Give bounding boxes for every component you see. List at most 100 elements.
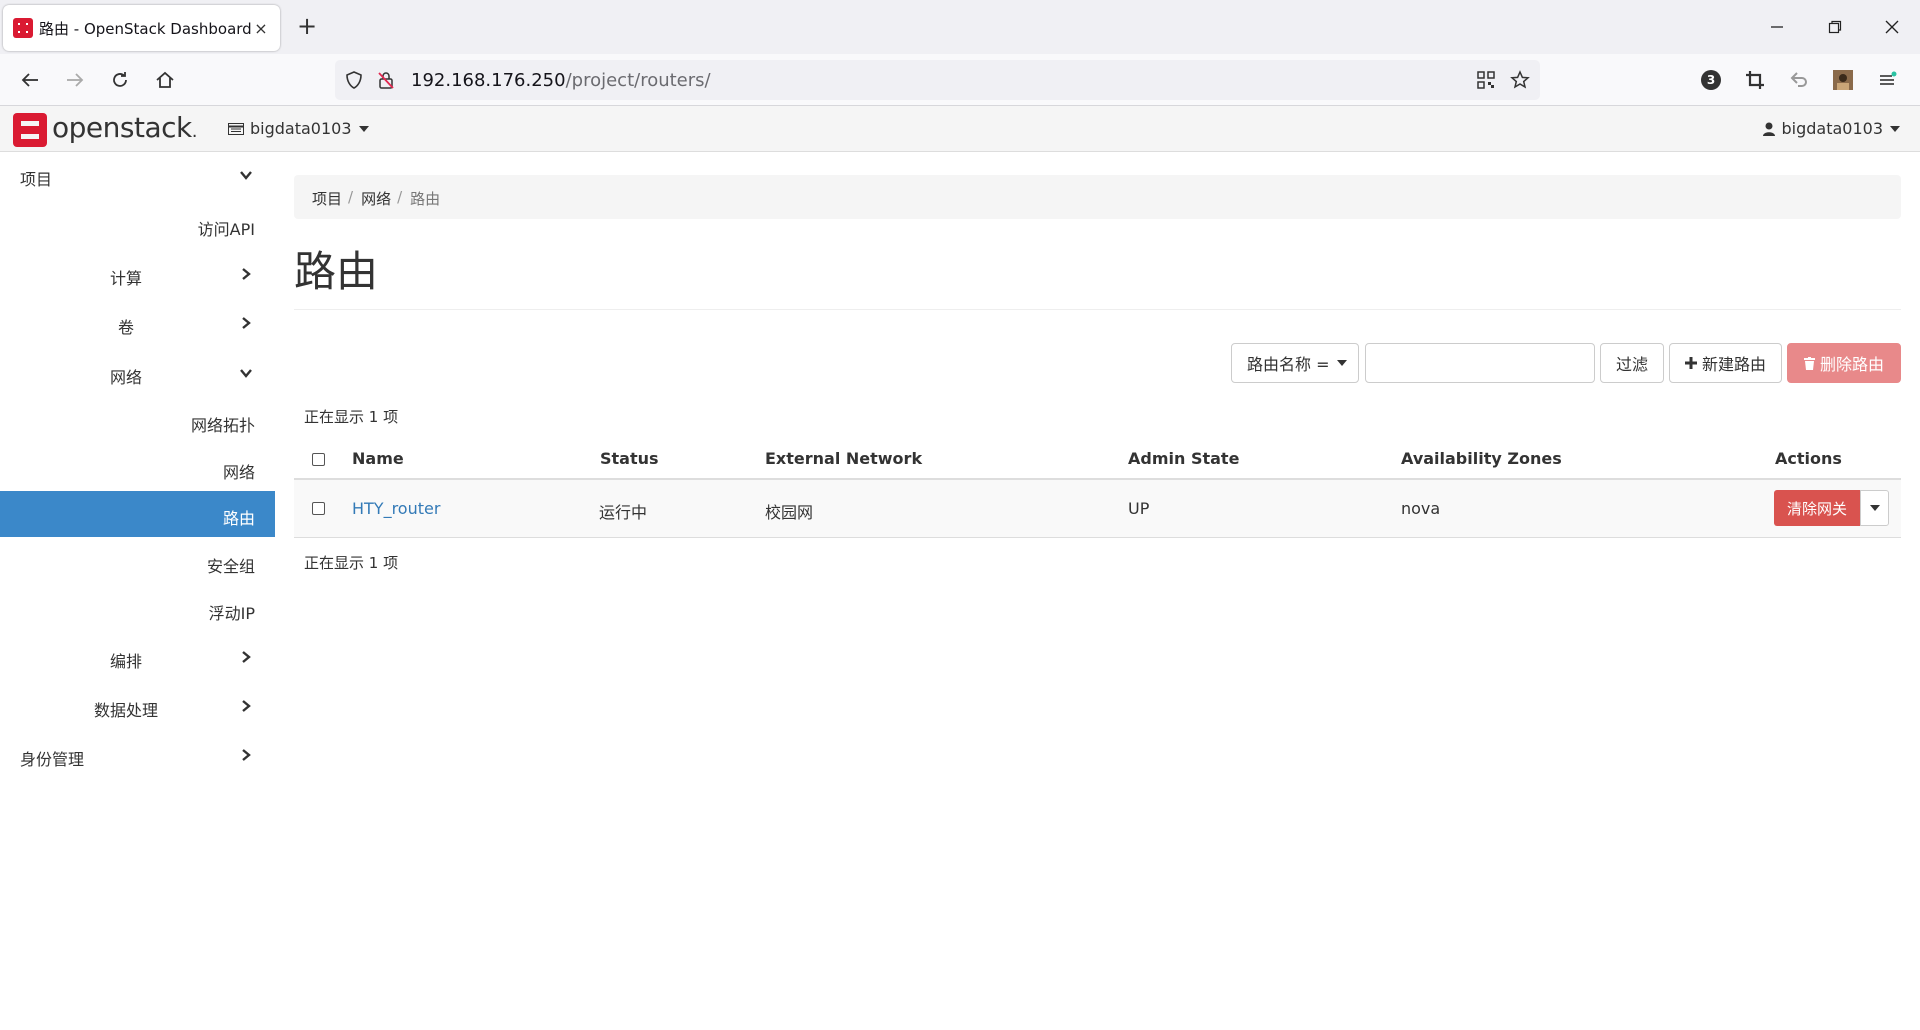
qr-code-icon[interactable]: [1475, 69, 1497, 91]
create-router-button[interactable]: 新建路由: [1669, 343, 1782, 383]
crop-icon[interactable]: [1740, 66, 1770, 94]
openstack-logo-icon[interactable]: [13, 113, 47, 147]
sidebar-item-volumes[interactable]: 卷: [0, 300, 275, 346]
project-server-icon: [228, 122, 244, 135]
column-header-admin-state[interactable]: Admin State: [1128, 449, 1239, 468]
sidebar-item-compute[interactable]: 计算: [0, 251, 275, 297]
filter-field-label: 路由名称 =: [1247, 355, 1330, 374]
breadcrumb-network[interactable]: 网络: [361, 188, 391, 208]
url-bar[interactable]: 192.168.176.250/project/routers/: [335, 60, 1540, 100]
tab-close-icon[interactable]: ×: [252, 19, 270, 38]
sidebar-item-access-api[interactable]: 访问API: [0, 202, 275, 248]
item-count-bottom: 正在显示 1 项: [304, 554, 399, 572]
sidebar-item-label: 安全组: [206, 557, 255, 576]
column-header-external-network[interactable]: External Network: [765, 449, 922, 468]
trash-icon: [1803, 356, 1815, 370]
breadcrumb-separator: /: [348, 188, 354, 206]
chevron-right-icon: [242, 749, 251, 761]
user-menu[interactable]: bigdata0103: [1763, 119, 1900, 138]
column-header-availability-zones[interactable]: Availability Zones: [1401, 449, 1562, 468]
minimize-icon[interactable]: [1762, 14, 1792, 40]
plus-icon: [1684, 357, 1697, 369]
sidebar-item-label: 访问API: [197, 220, 255, 239]
sidebar-item-label: 网络拓扑: [190, 416, 255, 435]
delete-router-button[interactable]: 删除路由: [1787, 343, 1901, 383]
sidebar-item-label: 数据处理: [94, 701, 159, 720]
breadcrumb: 项目 / 网络 / 路由: [294, 175, 1901, 219]
openstack-header: openstack. bigdata0103 bigdata0103: [0, 106, 1920, 152]
browser-nav-bar: 192.168.176.250/project/routers/ 3: [0, 54, 1920, 106]
browser-tab-bar: 路由 - OpenStack Dashboard × +: [0, 0, 1920, 54]
home-icon[interactable]: [150, 66, 180, 94]
sidebar-item-label: 身份管理: [20, 750, 85, 769]
logo-dot: .: [191, 121, 198, 142]
page-title: 路由: [294, 247, 379, 296]
url-text[interactable]: 192.168.176.250/project/routers/: [411, 70, 711, 91]
router-external-network: 校园网: [765, 503, 814, 522]
sidebar-item-identity[interactable]: 身份管理: [0, 732, 275, 778]
sidebar-item-network[interactable]: 网络: [0, 350, 275, 396]
row-actions-dropdown[interactable]: [1860, 490, 1889, 526]
sidebar-item-networks[interactable]: 网络: [0, 445, 275, 491]
close-window-icon[interactable]: [1877, 14, 1907, 40]
undo-icon[interactable]: [1784, 66, 1814, 94]
chevron-right-icon: [242, 268, 251, 280]
sidebar-item-floating-ips[interactable]: 浮动IP: [0, 586, 275, 632]
new-tab-button[interactable]: +: [292, 12, 322, 40]
bookmark-star-icon[interactable]: [1509, 69, 1531, 91]
chevron-down-icon: [240, 171, 252, 180]
router-status: 运行中: [599, 503, 648, 522]
user-name: bigdata0103: [1781, 119, 1883, 138]
chevron-right-icon: [242, 700, 251, 712]
reload-icon[interactable]: [105, 66, 135, 94]
openstack-logo-text[interactable]: openstack.: [52, 111, 197, 144]
openstack-favicon-icon: [13, 18, 33, 38]
back-icon[interactable]: [15, 66, 45, 94]
filter-input[interactable]: [1365, 343, 1595, 383]
router-availability-zones: nova: [1401, 499, 1441, 518]
sidebar-item-network-topology[interactable]: 网络拓扑: [0, 398, 275, 444]
sidebar-item-label: 网络: [110, 368, 143, 387]
url-path: /project/routers/: [565, 70, 711, 91]
table-header: Name Status External Network Admin State…: [294, 438, 1901, 480]
project-name: bigdata0103: [250, 119, 352, 138]
column-header-status[interactable]: Status: [600, 449, 659, 468]
project-selector[interactable]: bigdata0103: [228, 119, 369, 138]
sidebar-item-orchestration[interactable]: 编排: [0, 634, 275, 680]
router-name-link[interactable]: HTY_router: [352, 499, 440, 518]
sidebar-item-project[interactable]: 项目: [0, 152, 275, 198]
column-header-name[interactable]: Name: [352, 449, 404, 468]
menu-icon[interactable]: [1872, 66, 1902, 94]
browser-tab-active[interactable]: 路由 - OpenStack Dashboard ×: [3, 5, 280, 51]
restore-icon[interactable]: [1820, 14, 1850, 40]
item-count-top: 正在显示 1 项: [304, 408, 399, 426]
forward-icon[interactable]: [60, 66, 90, 94]
sidebar-item-label: 编排: [110, 652, 143, 671]
sidebar-item-label: 路由: [222, 509, 255, 528]
chevron-down-icon: [358, 125, 369, 132]
select-all-checkbox[interactable]: [312, 453, 325, 466]
router-admin-state: UP: [1128, 499, 1150, 518]
profile-avatar-icon[interactable]: [1828, 66, 1858, 94]
sidebar-item-security-groups[interactable]: 安全组: [0, 539, 275, 585]
chevron-right-icon: [242, 317, 251, 329]
sidebar: 项目 访问API 计算 卷 网络 网络拓扑 网络 路由 安全组 浮动IP 编排 …: [0, 152, 275, 1030]
delete-router-label: 删除路由: [1819, 355, 1884, 374]
breadcrumb-separator: /: [397, 188, 403, 206]
filter-field-select[interactable]: 路由名称 =: [1231, 343, 1359, 383]
sidebar-item-data-processing[interactable]: 数据处理: [0, 683, 275, 729]
sidebar-item-label: 网络: [222, 463, 255, 482]
filter-button[interactable]: 过滤: [1600, 343, 1664, 383]
chevron-down-icon: [1890, 125, 1900, 132]
breadcrumb-project[interactable]: 项目: [312, 188, 342, 208]
extension-badge-icon[interactable]: 3: [1696, 66, 1726, 94]
sidebar-item-routers[interactable]: 路由: [0, 491, 275, 537]
chevron-down-icon: [240, 369, 252, 378]
sidebar-item-label: 卷: [118, 318, 135, 337]
insecure-lock-icon[interactable]: [375, 69, 397, 91]
row-checkbox[interactable]: [312, 502, 325, 515]
clear-gateway-button[interactable]: 清除网关: [1774, 490, 1860, 526]
title-divider: [294, 309, 1901, 310]
shield-icon[interactable]: [343, 69, 365, 91]
chevron-right-icon: [242, 651, 251, 663]
